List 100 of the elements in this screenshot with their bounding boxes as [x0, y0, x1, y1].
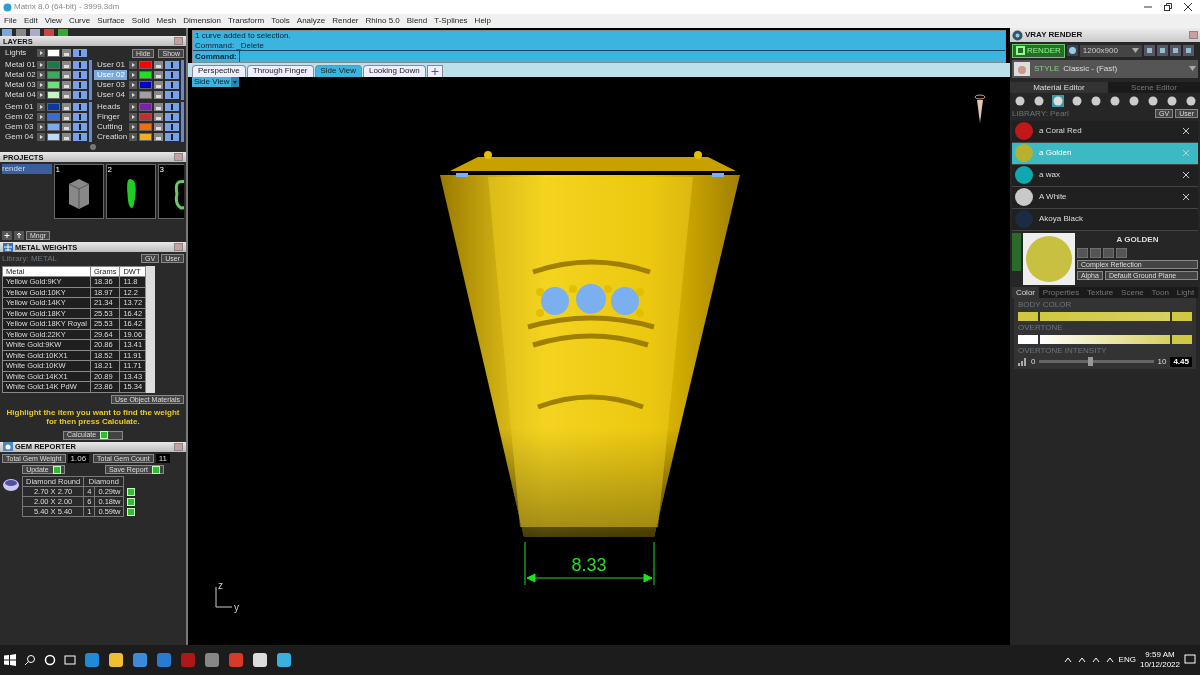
layer-options-icon[interactable] [73, 113, 87, 121]
material-item[interactable]: a Coral Red [1012, 120, 1198, 143]
view-tab[interactable]: Side View [314, 65, 362, 78]
property-tab[interactable]: Properties [1038, 286, 1084, 299]
color-swatch[interactable] [47, 71, 60, 79]
layer-name[interactable]: Gem 02 [2, 112, 35, 122]
play-icon[interactable] [37, 123, 45, 131]
layer-name[interactable]: Metal 04 [2, 90, 35, 100]
play-icon[interactable] [129, 91, 137, 99]
material-item[interactable]: a wax [1012, 164, 1198, 187]
color-stop[interactable] [1018, 334, 1038, 344]
menu-item[interactable]: Tools [271, 16, 290, 26]
layer-options-icon[interactable] [165, 113, 179, 121]
lock-icon[interactable] [62, 61, 71, 69]
view-tab[interactable]: Perspective [192, 65, 246, 78]
lock-icon[interactable] [62, 91, 71, 99]
minimize-icon[interactable] [1144, 3, 1152, 11]
style-dropdown[interactable]: STYLE Classic - (Fast) [1012, 59, 1198, 78]
layer-options-icon[interactable] [73, 71, 87, 79]
color-swatch[interactable] [139, 103, 152, 111]
color-swatch[interactable] [47, 123, 60, 131]
lock-icon[interactable] [62, 71, 71, 79]
scrollbar[interactable] [146, 265, 156, 393]
gradient-bar[interactable] [1040, 311, 1170, 321]
play-icon[interactable] [129, 81, 137, 89]
menu-item[interactable]: T-Splines [434, 16, 468, 26]
play-icon[interactable] [37, 103, 45, 111]
lock-icon[interactable] [62, 81, 71, 89]
add-tab-icon[interactable] [426, 65, 443, 78]
layer-name[interactable]: Creation [94, 132, 127, 142]
lock-icon[interactable] [154, 61, 163, 69]
color-swatch[interactable] [139, 133, 152, 141]
menu-item[interactable]: Help [474, 16, 492, 26]
color-stop[interactable] [1172, 334, 1192, 344]
color-swatch[interactable] [47, 133, 60, 141]
globe-icon[interactable] [1066, 45, 1078, 57]
layer-name[interactable]: Finger [94, 112, 127, 122]
property-tab[interactable]: Color [1012, 286, 1039, 299]
caret-icon[interactable] [1189, 66, 1196, 72]
layer-name[interactable]: Heads [94, 102, 127, 112]
editor-tab[interactable]: Scene Editor [1107, 81, 1200, 94]
color-swatch[interactable] [47, 81, 60, 89]
play-icon[interactable] [129, 61, 137, 69]
color-swatch[interactable] [47, 113, 60, 121]
layer-name[interactable]: Metal 02 [2, 70, 35, 80]
play-icon[interactable] [129, 113, 137, 121]
lock-icon[interactable] [62, 133, 71, 141]
color-swatch[interactable] [139, 81, 152, 89]
lock-icon[interactable] [154, 103, 163, 111]
slider-track[interactable] [1039, 360, 1154, 364]
layer-options-icon[interactable] [73, 133, 87, 141]
play-icon[interactable] [37, 133, 45, 141]
layer-options-icon[interactable] [73, 91, 87, 99]
menu-item[interactable]: Render [332, 16, 359, 26]
restore-icon[interactable] [1164, 3, 1172, 11]
lock-icon[interactable] [62, 123, 71, 131]
material-item[interactable]: A White [1012, 186, 1198, 209]
color-swatch[interactable] [139, 91, 152, 99]
view-menu[interactable]: Side View [192, 77, 240, 88]
lock-icon[interactable] [154, 133, 163, 141]
collapse-handle[interactable] [1012, 232, 1021, 271]
layer-name[interactable]: User 03 [94, 80, 127, 90]
play-icon[interactable] [129, 71, 137, 79]
play-icon[interactable] [129, 123, 137, 131]
layer-name[interactable]: Metal 01 [2, 60, 35, 70]
layer-options-icon[interactable] [73, 49, 87, 57]
close-icon[interactable] [1184, 3, 1192, 11]
layer-name[interactable]: User 04 [94, 90, 127, 100]
layer-options-icon[interactable] [165, 91, 179, 99]
color-swatch[interactable] [47, 103, 60, 111]
lock-icon[interactable] [62, 113, 71, 121]
circle-icon[interactable] [44, 654, 56, 666]
play-icon[interactable] [37, 91, 45, 99]
lock-icon[interactable] [154, 123, 163, 131]
layer-options-icon[interactable] [73, 81, 87, 89]
material-item[interactable]: Akoya Black [1012, 208, 1198, 231]
menu-item[interactable]: Mesh [156, 16, 177, 26]
menu-item[interactable]: Surface [97, 16, 125, 26]
play-icon[interactable] [37, 61, 45, 69]
caret-up-icon[interactable] [1062, 655, 1073, 665]
layer-name[interactable]: Cutting [94, 122, 127, 132]
menu-item[interactable]: View [44, 16, 62, 26]
color-swatch[interactable] [47, 61, 60, 69]
lock-icon[interactable] [154, 81, 163, 89]
play-icon[interactable] [37, 49, 45, 57]
lock-icon[interactable] [62, 103, 71, 111]
remove-icon[interactable] [1183, 194, 1189, 201]
render-button[interactable]: RENDER [1012, 44, 1065, 58]
resolution-dropdown[interactable]: 1200x900 [1079, 45, 1142, 57]
close-button[interactable] [174, 442, 183, 451]
layer-name[interactable]: Gem 03 [2, 122, 35, 132]
play-icon[interactable] [37, 81, 45, 89]
layer-options-icon[interactable] [73, 103, 87, 111]
color-stop[interactable] [1172, 311, 1192, 321]
menu-item[interactable]: Curve [68, 16, 91, 26]
project-thumbnail[interactable]: 2 [106, 164, 157, 219]
play-icon[interactable] [129, 103, 137, 111]
lock-icon[interactable] [62, 49, 71, 57]
editor-tab[interactable]: Material Editor [1010, 81, 1108, 94]
menu-item[interactable]: Dimension [183, 16, 221, 26]
